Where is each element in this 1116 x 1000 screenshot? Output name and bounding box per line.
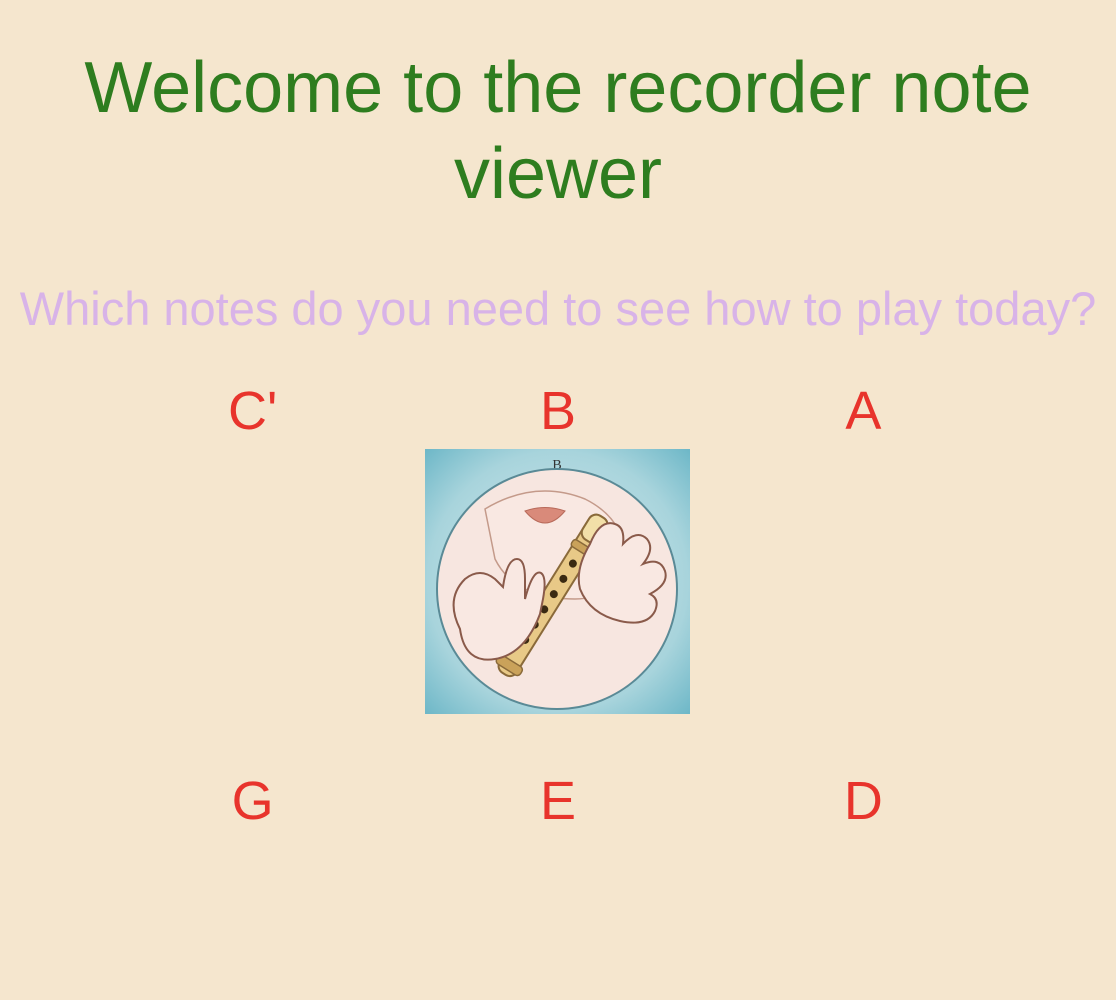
note-cell-c-prime: C' [100, 379, 405, 714]
note-cell-b: B B [405, 379, 710, 714]
note-link-d[interactable]: D [844, 769, 883, 834]
page-title: Welcome to the recorder note viewer [0, 45, 1116, 218]
row-spacer [100, 714, 1016, 769]
note-link-b[interactable]: B [540, 379, 576, 444]
note-link-c-prime[interactable]: C' [228, 379, 277, 444]
note-cell-a: A [711, 379, 1016, 714]
note-link-g[interactable]: G [232, 769, 274, 834]
note-link-a[interactable]: A [845, 379, 881, 444]
note-link-e[interactable]: E [540, 769, 576, 834]
recorder-playing-b-icon: B [425, 449, 690, 714]
page-container: Welcome to the recorder note viewer Whic… [0, 0, 1116, 889]
note-cell-e: E [405, 769, 710, 889]
notes-grid: C' B B [0, 379, 1116, 889]
note-cell-g: G [100, 769, 405, 889]
note-cell-d: D [711, 769, 1016, 889]
page-subtitle: Which notes do you need to see how to pl… [0, 278, 1116, 339]
note-fingering-image-b: B [425, 449, 690, 714]
